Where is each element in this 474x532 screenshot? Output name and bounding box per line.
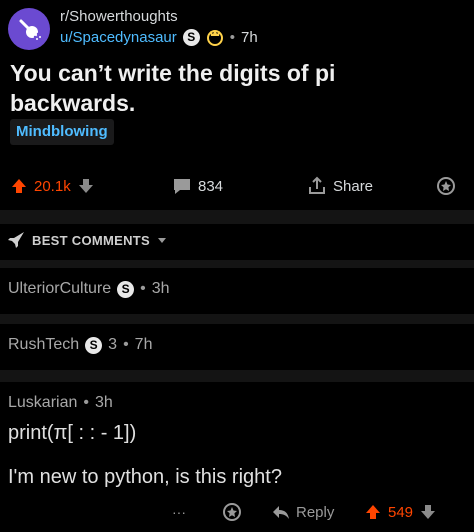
- post-meta: u/Spacedynasaur S • 7h: [60, 28, 258, 46]
- shower-icon: [19, 19, 41, 40]
- comment-author[interactable]: UlteriorCulture: [8, 280, 111, 298]
- save-button[interactable]: [436, 166, 456, 206]
- comment-score: 549: [388, 503, 414, 521]
- comment-meta: RushTech S 3 • 7h: [8, 336, 152, 354]
- user-badge: S: [85, 336, 103, 354]
- vote-group: 20.1k: [10, 166, 95, 206]
- comment-vote-group: 549: [364, 492, 437, 532]
- comment-author[interactable]: Luskarian: [8, 394, 77, 412]
- downvote-arrow-icon[interactable]: [77, 177, 95, 195]
- section-divider: [0, 314, 474, 324]
- comment-author[interactable]: RushTech: [8, 336, 79, 354]
- comment-time: 3h: [94, 394, 113, 411]
- subreddit-avatar[interactable]: [8, 8, 50, 50]
- sort-label: BEST COMMENTS: [32, 232, 151, 248]
- comment-bubble-icon: [174, 179, 190, 194]
- post-score: 20.1k: [34, 177, 71, 195]
- comment-count: 834: [198, 177, 224, 195]
- downvote-arrow-icon[interactable]: [419, 503, 437, 521]
- rocket-icon: [8, 232, 24, 248]
- comment-sort-selector[interactable]: BEST COMMENTS: [6, 228, 168, 252]
- reply-button[interactable]: Reply: [272, 492, 334, 532]
- comment-action-bar: ··· Reply 549: [0, 492, 474, 528]
- user-badge: S: [182, 28, 200, 46]
- comment-time: 3h: [151, 280, 170, 297]
- comment-body-line: print(π[ : : - 1]): [8, 422, 137, 444]
- share-label: Share: [333, 177, 374, 195]
- meta-dot: •: [140, 280, 146, 297]
- comment-meta: UlteriorCulture S • 3h: [8, 280, 170, 298]
- meta-dot: •: [83, 394, 89, 411]
- comment-collapsed[interactable]: UlteriorCulture S • 3h: [0, 270, 474, 312]
- comment-collapsed[interactable]: RushTech S 3 • 7h: [0, 326, 474, 368]
- award-star-icon: [437, 177, 455, 195]
- section-divider: [0, 370, 474, 382]
- reply-label: Reply: [296, 503, 335, 521]
- comment-meta: Luskarian • 3h: [8, 394, 113, 412]
- more-options-button[interactable]: ···: [172, 492, 186, 532]
- comment-body-line: I'm new to python, is this right?: [8, 466, 282, 488]
- comment-score: 3: [108, 336, 118, 353]
- award-star-icon: [223, 503, 241, 521]
- meta-dot: •: [123, 336, 129, 353]
- post-flair[interactable]: Mindblowing: [10, 119, 114, 145]
- post-action-bar: 20.1k 834 Share: [0, 166, 474, 206]
- post-time: 7h: [241, 28, 258, 46]
- section-divider: [0, 210, 474, 224]
- upvote-arrow-icon[interactable]: [364, 503, 382, 521]
- reply-arrow-icon: [273, 506, 289, 519]
- section-divider: [0, 260, 474, 268]
- award-button[interactable]: [222, 492, 242, 532]
- subreddit-name[interactable]: r/Showerthoughts: [60, 8, 178, 25]
- user-badge: S: [117, 280, 135, 298]
- meta-dot: •: [229, 28, 236, 46]
- chevron-down-icon: [158, 238, 167, 243]
- comment-time: 7h: [134, 336, 153, 353]
- share-button[interactable]: Share: [307, 166, 373, 206]
- upvote-arrow-icon[interactable]: [10, 177, 28, 195]
- award-icon: [206, 30, 223, 46]
- comments-button[interactable]: 834: [172, 166, 223, 206]
- post-title[interactable]: You can’t write the digits of pi backwar…: [10, 58, 450, 118]
- share-icon: [309, 176, 325, 194]
- post-author[interactable]: u/Spacedynasaur: [60, 29, 177, 46]
